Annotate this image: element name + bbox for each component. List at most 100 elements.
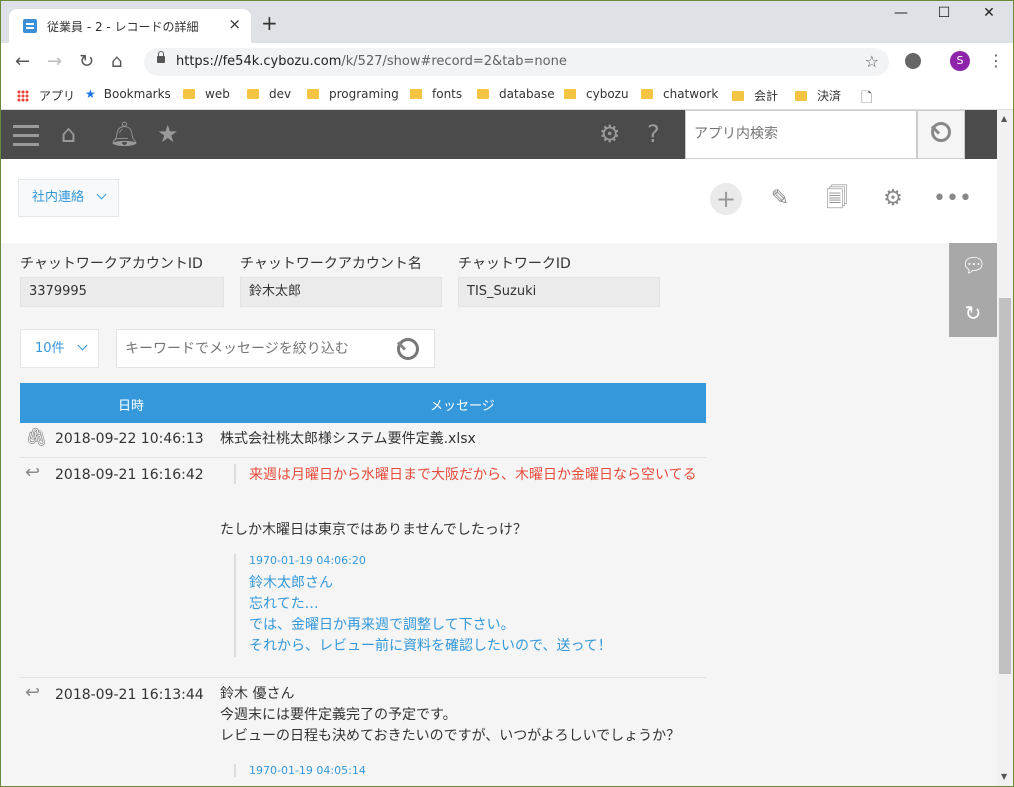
scroll-up-icon[interactable]: ▲ [1001,114,1007,123]
browser-menu-icon[interactable]: ⋮ [988,51,1004,70]
bookmark-cybozu[interactable]: cybozu [564,87,629,101]
bookmark-payment[interactable]: 決済 [795,87,841,104]
maximize-button[interactable]: ☐ [924,5,964,27]
add-record-button[interactable]: + [710,183,742,215]
app-search-input[interactable] [686,111,916,157]
bookmark-web[interactable]: web [183,87,230,101]
help-icon[interactable]: ? [647,120,660,148]
apps-grid-icon [17,90,29,102]
message-line: 今週末には要件定義完了の予定です。 [220,707,457,723]
folder-icon [307,89,319,99]
url-text[interactable]: https://fe54k.cybozu.com/k/527/show#reco… [176,54,567,69]
bookmark-label: cybozu [586,87,629,101]
row-datetime: 2018-09-21 16:16:42 [55,467,204,483]
browser-toolbar: ← → ↻ ⌂ https://fe54k.cybozu.com/k/527/s… [1,43,1013,81]
scrollbar-thumb[interactable] [999,298,1011,674]
settings-gear-icon[interactable]: ⚙ [599,120,621,148]
column-header-datetime: 日時 [118,399,145,414]
keyword-filter-input[interactable] [117,330,387,368]
bookmark-label: fonts [432,87,463,101]
message-line: 鈴木 優さん [220,686,295,702]
menu-icon[interactable] [13,125,39,146]
bookmark-accounting[interactable]: 会計 [732,87,778,104]
bookmark-fonts[interactable]: fonts [410,87,462,101]
back-arrow-icon[interactable]: ← [15,51,30,72]
minimize-button[interactable]: — [881,5,921,27]
app-favicon-icon [23,19,37,33]
search-button[interactable] [917,110,965,159]
keyword-filter[interactable] [116,329,435,368]
bookmark-label: アプリ [39,89,76,103]
title-bar: 従業員 - 2 - レコードの詳細 × + — ☐ ✕ [1,1,1013,43]
field-label-chatwork-id: チャットワークID [458,256,571,272]
star-icon[interactable]: ★ [157,120,179,148]
bookmark-label: dev [269,87,292,101]
bookmark-apps[interactable]: アプリ [17,87,75,104]
bell-icon[interactable]: 🔔︎ [109,120,139,148]
bookmark-database[interactable]: database [477,87,555,101]
home-icon[interactable]: ⌂ [111,51,122,72]
quoted-message: 1970-01-19 04:06:20 鈴木太郎さん 忘れてた… では、金曜日か… [234,554,612,657]
space-dropdown[interactable]: 社内連絡 [18,179,119,217]
bookmark-label: 会計 [754,89,779,103]
table-row: ↩ 2018-09-21 16:16:42 来週は月曜日から水曜日まで大阪だから… [20,458,706,678]
bookmark-programing[interactable]: programing [307,87,399,101]
quote-timestamp: 1970-01-19 04:06:20 [249,554,366,567]
edit-icon[interactable]: ✎ [764,183,796,215]
record-detail: チャットワークアカウントID 3379995 チャットワークアカウント名 鈴木太… [1,243,997,786]
row-datetime: 2018-09-22 10:46:13 [55,431,204,447]
address-bar[interactable]: https://fe54k.cybozu.com/k/527/show#reco… [144,48,889,76]
bookmark-chatwork[interactable]: chatwork [641,87,718,101]
quote-line: 忘れてた… [249,596,319,612]
folder-icon [641,89,653,99]
app-search-field[interactable] [685,110,917,159]
close-window-button[interactable]: ✕ [969,5,1009,27]
duplicate-icon[interactable]: 🗐 [821,183,853,215]
attachment-icon: 🖇 [25,427,48,448]
browser-tab[interactable]: 従業員 - 2 - レコードの詳細 × [9,9,251,43]
search-icon[interactable] [397,338,419,360]
quote-timestamp: 1970-01-19 04:05:14 [249,764,366,777]
profile-avatar[interactable]: S [950,51,970,71]
bookmark-label: web [205,87,230,101]
bookmarks-bar: アプリ ★ Bookmarks web dev programing fonts … [1,81,1013,110]
folder-icon [410,89,422,99]
star-icon: ★ [85,87,96,101]
tab-close-icon[interactable]: × [228,15,241,33]
settings-gear-icon[interactable]: ⚙ [877,183,909,215]
extension-icon[interactable] [905,53,921,69]
folder-icon [247,89,259,99]
bookmark-label: 決済 [817,89,842,103]
bookmark-bookmarks[interactable]: ★ Bookmarks [85,87,171,101]
folder-icon [732,91,744,101]
reload-icon[interactable]: ↻ [79,51,94,72]
count-dropdown-label: 10件 [35,341,65,356]
field-value-chatwork-id: TIS_Suzuki [458,277,660,307]
reply-icon: ↩ [25,682,41,703]
scroll-down-icon[interactable]: ▼ [1001,772,1007,781]
bookmark-star-icon[interactable]: ☆ [865,52,879,71]
forward-arrow-icon[interactable]: → [47,51,62,72]
quoted-text: 来週は月曜日から水曜日まで大阪だから、木曜日か金曜日なら空いてる [249,467,697,483]
bookmark-label: chatwork [663,87,719,101]
attachment-link[interactable]: 株式会社桃太郎様システム要件定義.xlsx [220,429,476,450]
new-tab-button[interactable]: + [261,11,278,35]
history-icon[interactable]: ↻ [961,301,985,325]
message-text: たしか木曜日は東京ではありませんでしたっけ？ [220,522,527,538]
count-dropdown[interactable]: 10件 [20,329,99,368]
quoted-message: 来週は月曜日から水曜日まで大阪だから、木曜日か金曜日なら空いてる [234,464,697,484]
quote-line: 鈴木太郎さん [249,575,333,591]
quote-line: では、金曜日か再来週で調整して下さい。 [249,617,515,633]
field-value-account-id: 3379995 [20,277,224,307]
chevron-down-icon [96,189,107,200]
bookmark-dev[interactable]: dev [247,87,291,101]
field-label-account-id: チャットワークアカウントID [20,256,203,272]
table-row: 🖇 2018-09-22 10:46:13 株式会社桃太郎様システム要件定義.x… [20,423,706,458]
url-host: https://fe54k.cybozu.com [176,54,342,69]
home-icon[interactable]: ⌂ [61,120,76,148]
page-scrollbar[interactable]: ▲ ▼ [997,110,1013,786]
more-options-icon[interactable]: ••• [933,183,972,215]
reply-icon: ↩ [25,462,41,483]
comment-icon[interactable]: 💬︎ [961,253,986,277]
page-icon[interactable]: 🗋 [861,87,872,111]
